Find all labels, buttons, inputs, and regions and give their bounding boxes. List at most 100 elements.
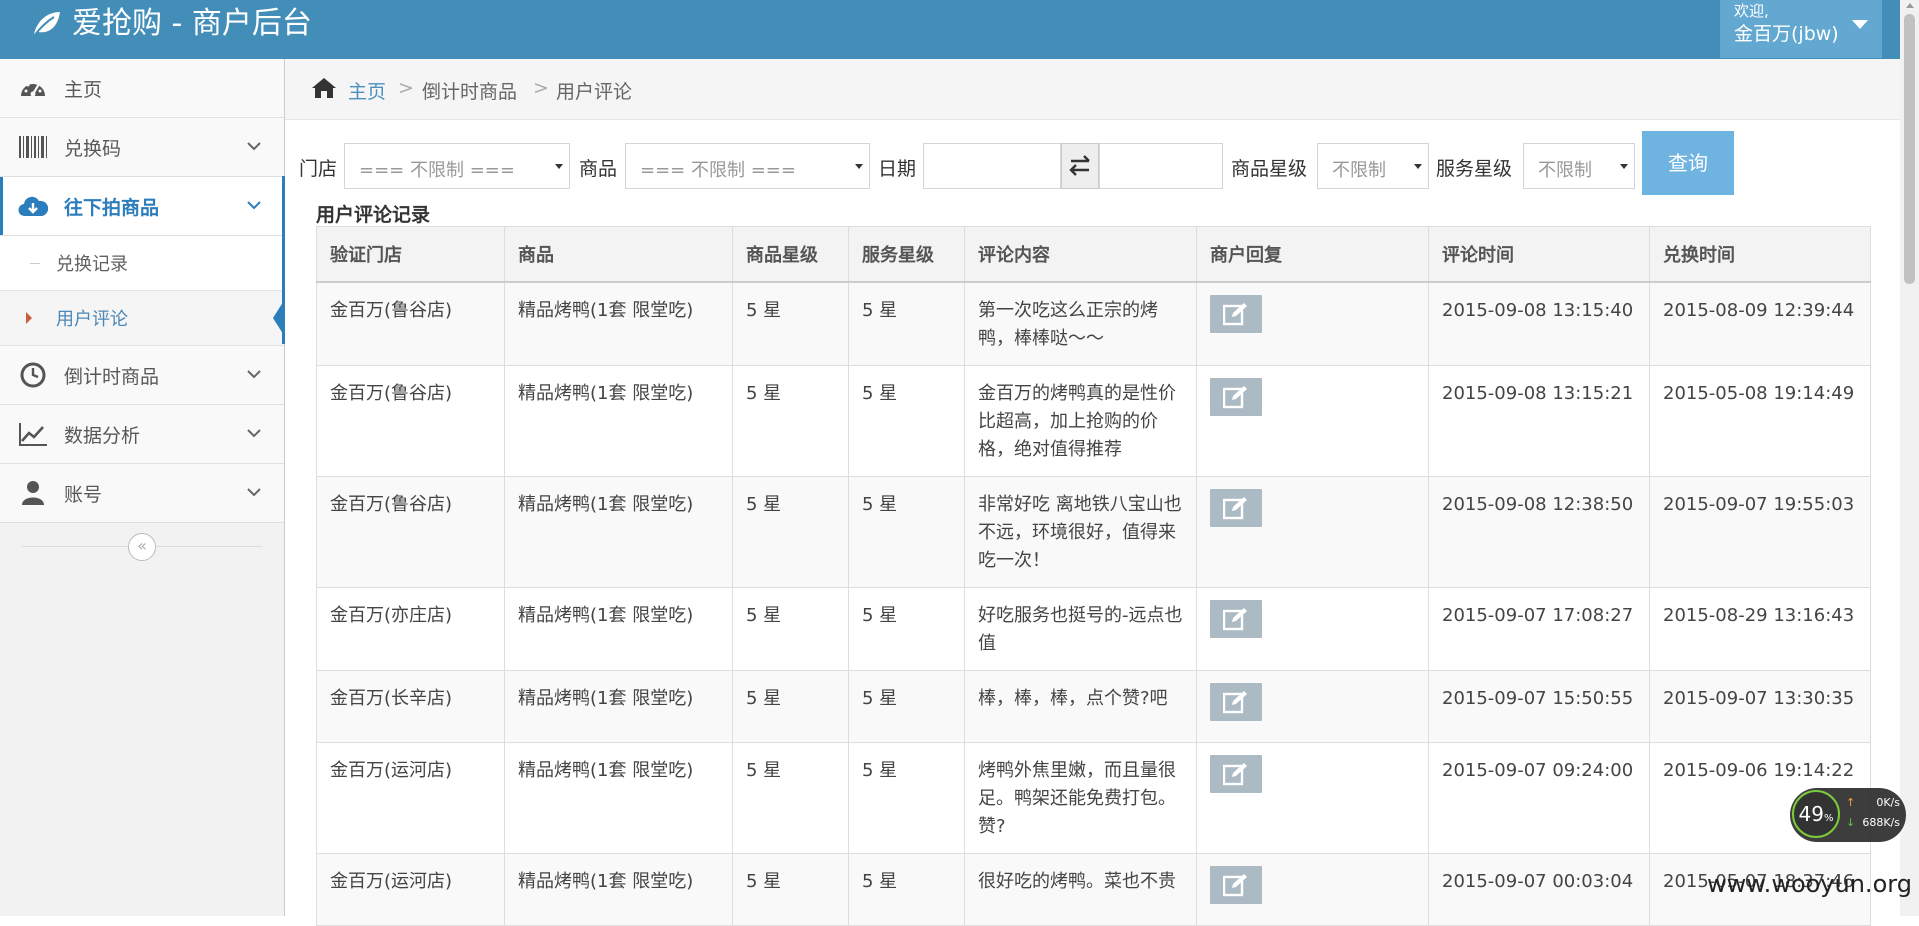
store-select-value: === 不限制 === <box>359 160 515 181</box>
upload-arrow-icon: ↑ <box>1846 796 1856 809</box>
reviews-table: 验证门店 商品 商品星级 服务星级 评论内容 商户回复 评论时间 兑换时间 金百… <box>316 226 1871 926</box>
sidebar-item-codes[interactable]: 兑换码 <box>0 118 284 177</box>
column-header[interactable]: 评论时间 <box>1428 226 1650 283</box>
column-header[interactable]: 商品星级 <box>732 226 849 283</box>
service-rating-select[interactable]: 不限制 <box>1523 143 1635 189</box>
product-rating-value: 不限制 <box>1332 160 1386 181</box>
product-select[interactable]: === 不限制 === <box>625 143 870 189</box>
breadcrumb-item[interactable]: 倒计时商品 <box>422 77 517 104</box>
download-arrow-icon: ↓ <box>1846 816 1856 829</box>
store-filter-label: 门店 <box>299 158 338 180</box>
welcome-text: 欢迎, <box>1734 2 1769 20</box>
page-scrollbar[interactable] <box>1900 0 1919 916</box>
product-rating-cell: 5 星 <box>732 670 849 743</box>
exchange-time-cell: 2015-08-29 13:16:43 <box>1649 587 1871 671</box>
network-monitor-widget[interactable]: 49% ↑ 0K/s ↓ 688K/s <box>1790 788 1906 842</box>
exchange-icon <box>1069 155 1090 176</box>
column-header[interactable]: 商户回复 <box>1196 226 1429 283</box>
download-speed: ↓ 688K/s <box>1846 816 1900 829</box>
breadcrumb-home-link[interactable]: 主页 <box>348 77 386 104</box>
main-content: 主页 > 倒计时商品 > 用户评论 门店 === 不限制 === 商品 === … <box>285 59 1900 926</box>
scrollbar-thumb[interactable] <box>1904 14 1915 284</box>
sidebar-item-down-auction[interactable]: 往下拍商品 <box>0 177 284 236</box>
exchange-time-cell: 2015-09-07 13:30:35 <box>1649 670 1871 743</box>
collapse-sidebar-button[interactable]: « <box>128 533 156 561</box>
column-header[interactable]: 验证门店 <box>316 226 505 283</box>
service-rating-cell: 5 星 <box>848 476 965 588</box>
comment-cell: 好吃服务也挺号的-远点也值 <box>964 587 1197 671</box>
service-rating-cell: 5 星 <box>848 587 965 671</box>
sidebar-collapse-row: « <box>0 523 284 567</box>
user-icon <box>22 481 44 505</box>
breadcrumb-separator: > <box>533 77 549 99</box>
breadcrumb: 主页 > 倒计时商品 > 用户评论 <box>285 59 1900 120</box>
table-row: 金百万(运河店) 精品烤鸭(1套 限堂吃) 5 星 5 星 很好吃的烤鸭。菜也不… <box>316 853 1871 926</box>
product-cell: 精品烤鸭(1套 限堂吃) <box>504 587 733 671</box>
dropdown-arrow-icon <box>855 164 863 169</box>
home-icon <box>312 78 336 98</box>
column-header[interactable]: 兑换时间 <box>1649 226 1871 283</box>
dropdown-arrow-icon <box>1414 164 1422 169</box>
comment-time-cell: 2015-09-08 13:15:21 <box>1428 365 1650 477</box>
reply-cell <box>1196 853 1429 926</box>
comment-time-cell: 2015-09-08 13:15:40 <box>1428 281 1650 366</box>
product-rating-select[interactable]: 不限制 <box>1317 143 1429 189</box>
reply-edit-button[interactable] <box>1210 866 1262 904</box>
table-row: 金百万(鲁谷店) 精品烤鸭(1套 限堂吃) 5 星 5 星 非常好吃 离地铁八宝… <box>316 476 1871 588</box>
reply-edit-button[interactable] <box>1210 683 1262 721</box>
query-button[interactable]: 查询 <box>1642 131 1734 195</box>
comment-cell: 烤鸭外焦里嫩，而且量很足。鸭架还能免费打包。赞? <box>964 742 1197 854</box>
submenu-item-exchange-records[interactable]: 兑换记录 <box>0 236 284 291</box>
sidebar-item-countdown[interactable]: 倒计时商品 <box>0 346 284 405</box>
column-header[interactable]: 服务星级 <box>848 226 965 283</box>
cloud-download-icon <box>18 196 48 217</box>
column-header[interactable]: 评论内容 <box>964 226 1197 283</box>
scroll-up-arrow-icon[interactable] <box>1906 3 1914 8</box>
chevron-down-icon <box>247 429 261 438</box>
store-cell: 金百万(运河店) <box>316 742 505 854</box>
user-menu[interactable]: 欢迎, 金百万(jbw) <box>1720 0 1882 58</box>
product-rating-cell: 5 星 <box>732 853 849 926</box>
reply-edit-button[interactable] <box>1210 378 1262 416</box>
sidebar-item-account[interactable]: 账号 <box>0 464 284 523</box>
line-chart-icon <box>19 423 47 446</box>
reply-edit-button[interactable] <box>1210 489 1262 527</box>
comment-cell: 非常好吃 离地铁八宝山也不远，环境很好，值得来吃一次！ <box>964 476 1197 588</box>
store-cell: 金百万(长辛店) <box>316 670 505 743</box>
submenu-item-user-reviews[interactable]: 用户评论 <box>0 291 285 346</box>
comment-time-cell: 2015-09-07 00:03:04 <box>1428 853 1650 926</box>
service-rating-cell: 5 星 <box>848 365 965 477</box>
product-rating-cell: 5 星 <box>732 587 849 671</box>
section-title: 用户评论记录 <box>316 204 431 226</box>
comment-time-cell: 2015-09-07 17:08:27 <box>1428 587 1650 671</box>
service-rating-cell: 5 星 <box>848 853 965 926</box>
edit-icon <box>1223 874 1247 897</box>
product-rating-cell: 5 星 <box>732 365 849 477</box>
product-rating-label: 商品星级 <box>1231 158 1308 180</box>
service-rating-value: 不限制 <box>1538 160 1592 181</box>
tree-line <box>30 263 40 264</box>
service-rating-cell: 5 星 <box>848 281 965 366</box>
brand[interactable]: 爱抢购 - 商户后台 <box>30 6 312 42</box>
sidebar-item-home[interactable]: 主页 <box>0 59 284 118</box>
sidebar-item-label: 账号 <box>64 484 103 506</box>
sidebar-item-analytics[interactable]: 数据分析 <box>0 405 284 464</box>
date-end-input[interactable] <box>1099 143 1223 189</box>
store-cell: 金百万(鲁谷店) <box>316 281 505 366</box>
reply-edit-button[interactable] <box>1210 600 1262 638</box>
column-header[interactable]: 商品 <box>504 226 733 283</box>
upload-speed: ↑ 0K/s <box>1846 796 1900 809</box>
edit-icon <box>1223 608 1247 631</box>
reply-cell <box>1196 281 1429 366</box>
store-cell: 金百万(亦庄店) <box>316 587 505 671</box>
store-select[interactable]: === 不限制 === <box>344 143 570 189</box>
reply-edit-button[interactable] <box>1210 755 1262 793</box>
comment-cell: 金百万的烤鸭真的是性价比超高，加上抢购的价格，绝对值得推荐 <box>964 365 1197 477</box>
edit-icon <box>1223 763 1247 786</box>
product-rating-cell: 5 星 <box>732 281 849 366</box>
reply-edit-button[interactable] <box>1210 295 1262 333</box>
leaf-logo-icon <box>33 12 60 37</box>
date-start-input[interactable] <box>923 143 1061 189</box>
sidebar-item-label: 兑换码 <box>64 138 122 160</box>
comment-time-cell: 2015-09-07 09:24:00 <box>1428 742 1650 854</box>
